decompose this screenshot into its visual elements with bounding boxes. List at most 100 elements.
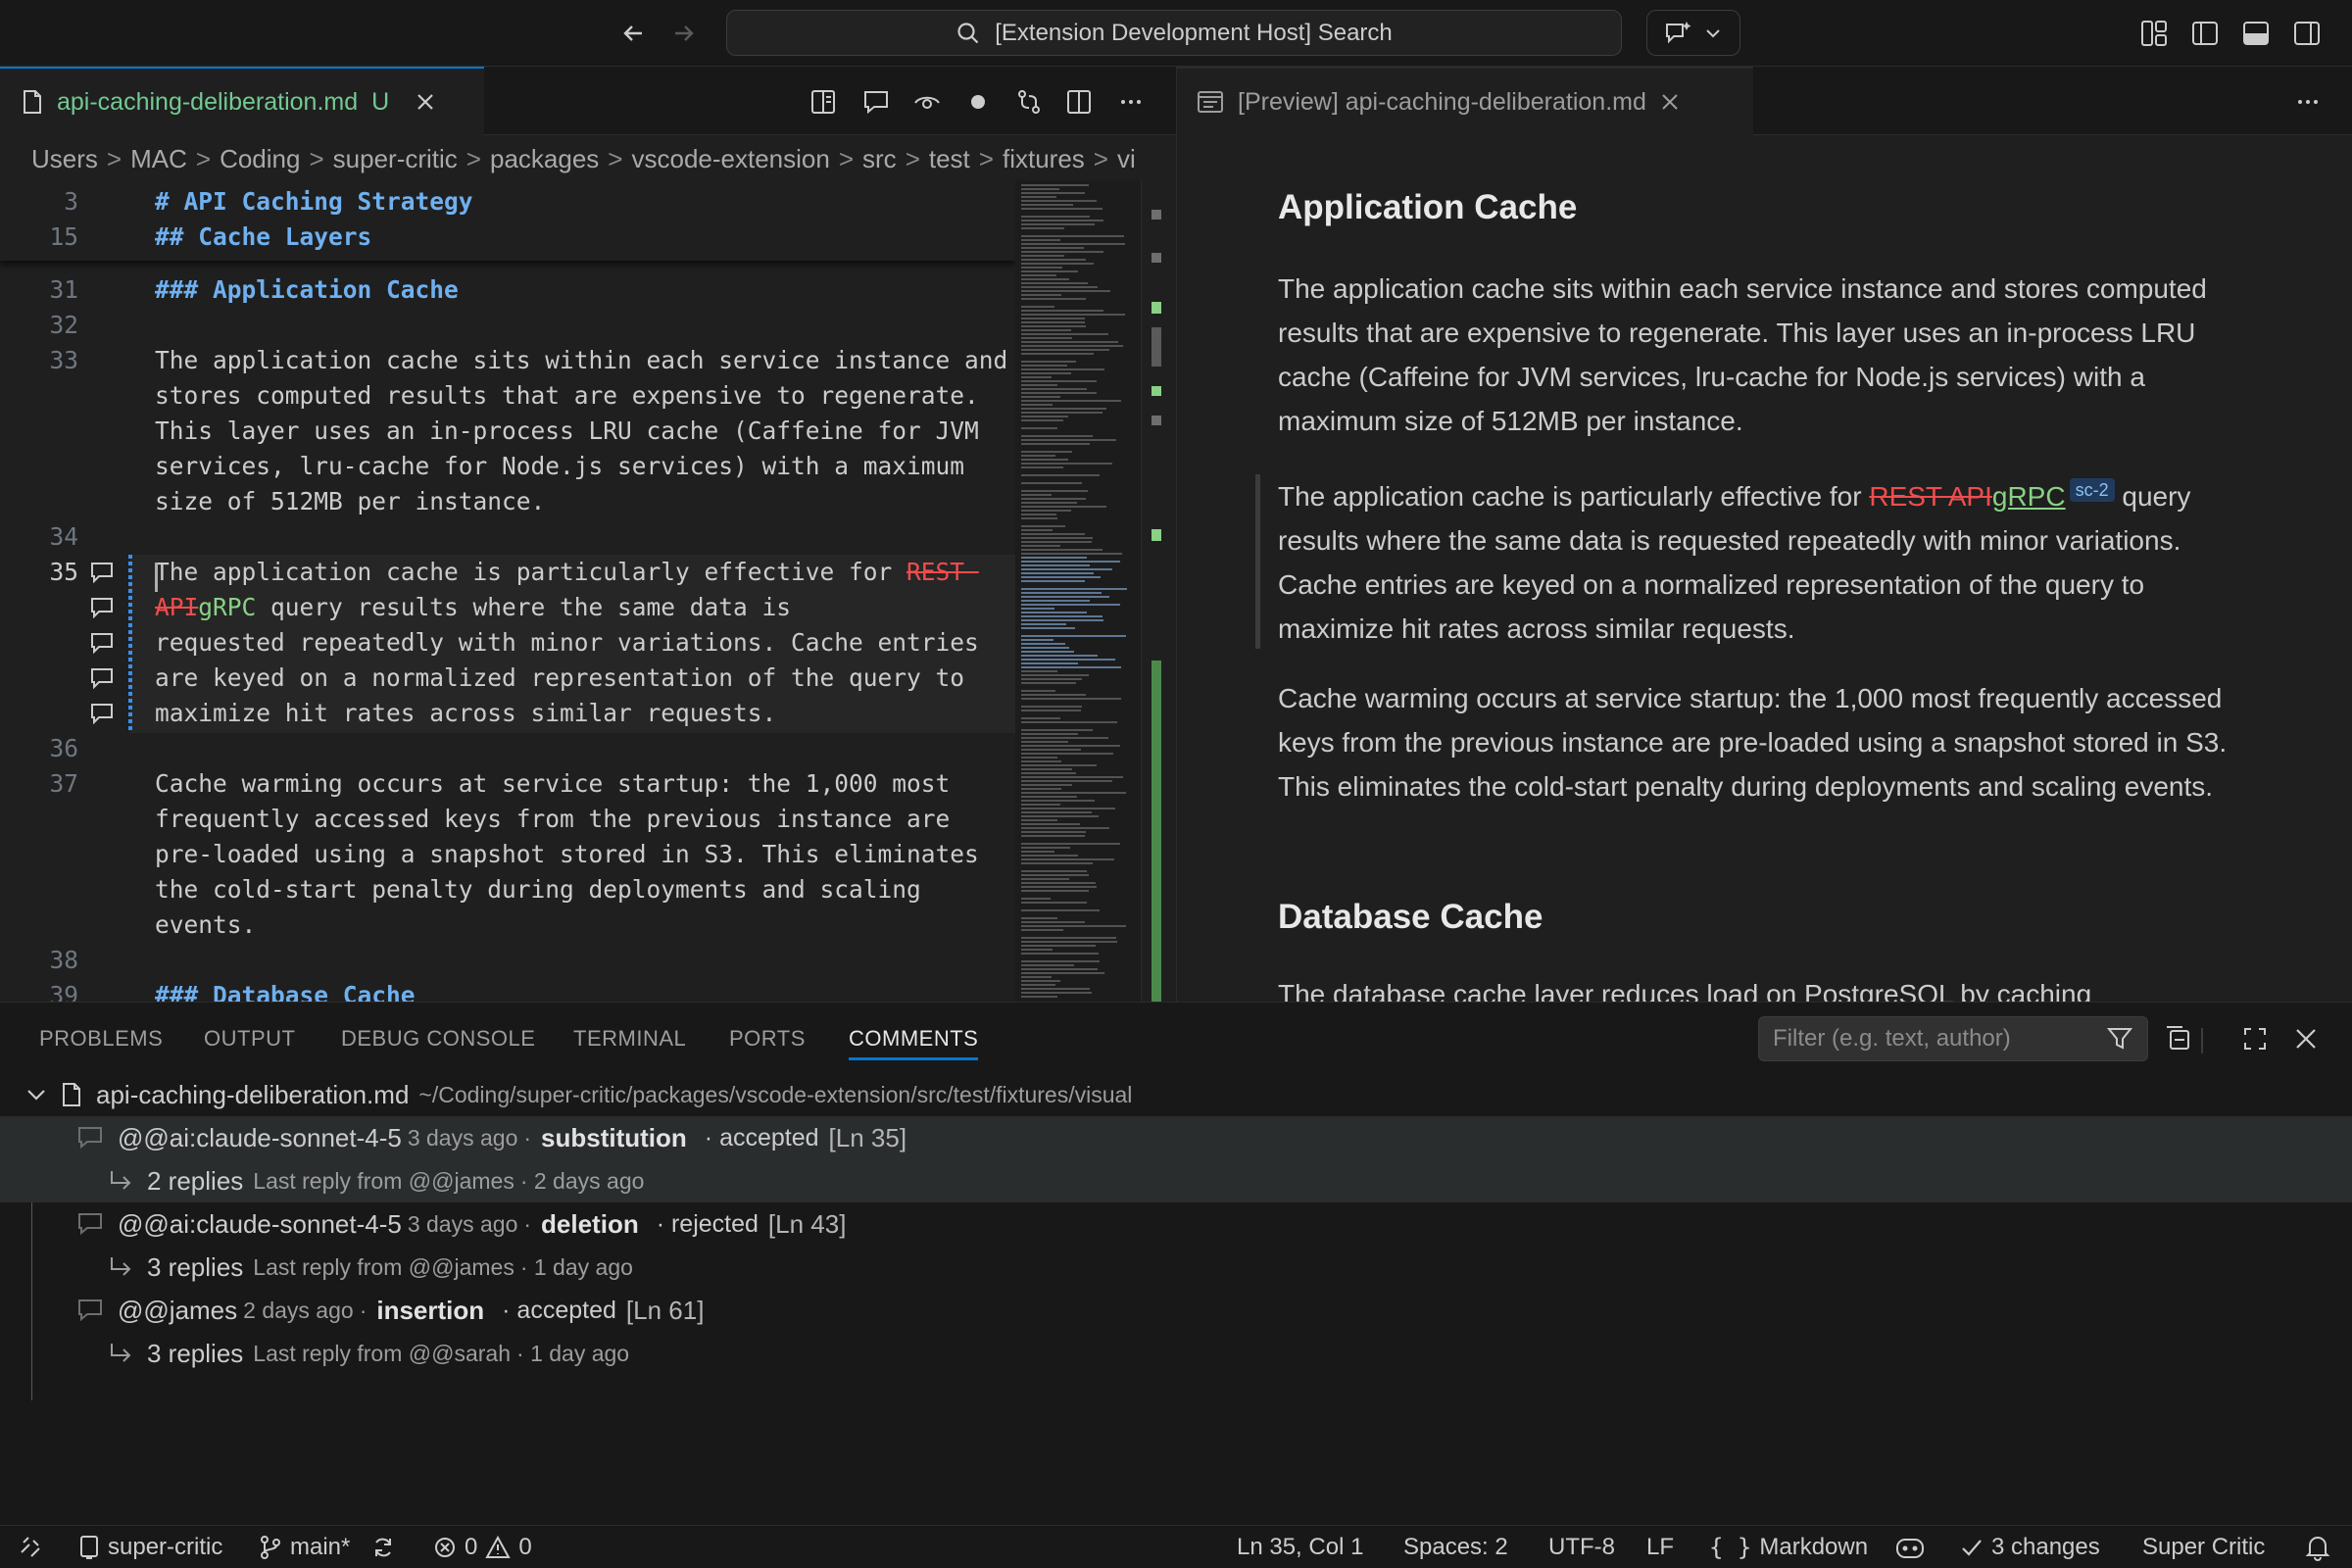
breadcrumb-item[interactable]: Users xyxy=(31,144,98,174)
indentation[interactable]: Spaces: 2 xyxy=(1403,1526,1508,1568)
tab-problems[interactable]: PROBLEMS xyxy=(39,1026,163,1052)
breadcrumb-item[interactable]: Coding xyxy=(220,144,300,174)
breadcrumb-item[interactable]: vscode-extension xyxy=(631,144,829,174)
comment-line-ref[interactable]: [Ln 43] xyxy=(768,1209,847,1240)
comment-replies[interactable]: 3 replies Last reply from @@james · 1 day … xyxy=(0,1246,2352,1289)
tracked-changes-indicator[interactable]: 3 changes xyxy=(1960,1526,2100,1568)
tab-ports[interactable]: PORTS xyxy=(729,1026,806,1052)
tracked-deletion[interactable]: API xyxy=(155,593,198,621)
breadcrumb-item[interactable]: MAC xyxy=(130,144,187,174)
editor-line[interactable]: 32 xyxy=(0,308,1015,343)
comment-gutter-icon[interactable] xyxy=(88,559,116,586)
preview-insertion[interactable]: gRPC xyxy=(1992,481,2066,512)
tab-comments[interactable]: COMMENTS xyxy=(849,1026,978,1052)
tab-preview[interactable]: [Preview] api-caching-deliberation.md xyxy=(1177,67,1753,135)
copilot-chat-button[interactable] xyxy=(1646,10,1740,56)
editor-line[interactable]: 35 The application cache is particularly … xyxy=(0,555,1015,727)
tab-api-caching-deliberation[interactable]: api-caching-deliberation.md U xyxy=(0,67,484,135)
minimap-line xyxy=(1021,455,1055,457)
comment-gutter-icon[interactable] xyxy=(88,664,116,692)
line-number: 31 xyxy=(49,275,78,304)
encoding[interactable]: UTF-8 xyxy=(1548,1526,1615,1568)
collapse-all-button[interactable] xyxy=(2162,1022,2195,1055)
comment-line-ref[interactable]: [Ln 35] xyxy=(829,1123,907,1153)
cursor-position[interactable]: Ln 35, Col 1 xyxy=(1237,1526,1363,1568)
language-mode[interactable]: { } Markdown xyxy=(1709,1526,1868,1568)
filter-icon[interactable] xyxy=(2106,1025,2133,1053)
go-back-button[interactable] xyxy=(613,14,653,53)
toggle-secondary-sidebar-button[interactable] xyxy=(2289,16,2325,51)
minimap-line xyxy=(1021,263,1094,265)
comment-line-ref[interactable]: [Ln 61] xyxy=(626,1296,705,1326)
overview-ruler[interactable] xyxy=(1141,180,1176,1002)
copilot-status[interactable] xyxy=(1893,1526,1927,1568)
toggle-primary-sidebar-button[interactable] xyxy=(2187,16,2223,51)
breadcrumb-item[interactable]: fixtures xyxy=(1003,144,1085,174)
chevron-down-icon[interactable] xyxy=(16,1084,57,1105)
comment-replies[interactable]: 3 replies Last reply from @@sarah · 1 day … xyxy=(0,1332,2352,1375)
preview-more-actions-button[interactable] xyxy=(2290,84,2326,120)
tab-debug-console[interactable]: DEBUG CONSOLE xyxy=(341,1026,535,1052)
comment-gutter-icon[interactable] xyxy=(88,594,116,621)
editor-line[interactable]: 31 ### Application Cache xyxy=(0,272,1015,308)
editor-line[interactable]: 39 ### Database Cache xyxy=(0,978,1015,1002)
split-editor-button[interactable] xyxy=(1061,84,1097,120)
comment-gutter-icon[interactable] xyxy=(88,629,116,657)
tracked-insertion[interactable]: gRPC xyxy=(198,593,256,621)
code-text: The application cache is particularly ef… xyxy=(155,555,979,590)
comments-filter[interactable] xyxy=(1758,1016,2148,1061)
comment-thread[interactable]: @@ai:claude-sonnet-4-5 3 days ago · substit… xyxy=(0,1116,2352,1159)
close-panel-button[interactable] xyxy=(2289,1022,2323,1055)
toggle-panel-button[interactable] xyxy=(2238,16,2274,51)
source-control-button[interactable] xyxy=(1011,84,1047,120)
problems-indicator[interactable]: 0 0 xyxy=(433,1526,532,1568)
comment-icon xyxy=(76,1124,104,1152)
end-of-line[interactable]: LF xyxy=(1646,1526,1674,1568)
breadcrumb-item[interactable]: src xyxy=(862,144,897,174)
breadcrumb-item[interactable]: super-critic xyxy=(333,144,458,174)
breadcrumb-item[interactable]: test xyxy=(929,144,970,174)
maximize-panel-button[interactable] xyxy=(2238,1022,2272,1055)
tab-output[interactable]: OUTPUT xyxy=(204,1026,295,1052)
comment-file-row[interactable]: api-caching-deliberation.md ~/Coding/sup… xyxy=(0,1073,2352,1116)
more-actions-button[interactable] xyxy=(1113,84,1149,120)
reply-count: 2 replies xyxy=(147,1165,244,1196)
remote-indicator[interactable] xyxy=(18,1526,43,1568)
command-center-search[interactable]: [Extension Development Host] Search xyxy=(726,10,1622,56)
sync-button[interactable] xyxy=(370,1526,396,1568)
markdown-preview[interactable]: Application Cache The application cache … xyxy=(1177,135,2352,1002)
unsaved-indicator[interactable] xyxy=(960,84,996,120)
comment-thread[interactable]: @@james 2 days ago · insertion · accepted [Ln… xyxy=(0,1289,2352,1332)
customize-layout-button[interactable] xyxy=(2136,16,2172,51)
comment-thread[interactable]: @@ai:claude-sonnet-4-5 3 days ago · deletio… xyxy=(0,1202,2352,1246)
comment-replies[interactable]: 2 replies Last reply from @@james · 2 days… xyxy=(0,1159,2352,1202)
add-comment-button[interactable] xyxy=(858,84,894,120)
close-icon[interactable] xyxy=(415,91,436,113)
close-icon[interactable] xyxy=(1660,92,1680,112)
comment-gutter-icon[interactable] xyxy=(88,700,116,727)
change-id-badge[interactable]: sc-2 xyxy=(2069,478,2115,502)
tab-terminal[interactable]: TERMINAL xyxy=(573,1026,686,1052)
filter-input[interactable] xyxy=(1773,1025,2086,1053)
branch-indicator[interactable]: main* xyxy=(259,1526,350,1568)
preview-deletion[interactable]: REST API xyxy=(1869,481,1992,512)
breadcrumb-item[interactable]: packages xyxy=(490,144,599,174)
editor-line[interactable]: 38 xyxy=(0,943,1015,978)
editor-text-area[interactable]: 3031### Application Cache3233The applica… xyxy=(0,180,1176,1002)
editor-line[interactable]: 37 Cache warming occurs at service startu… xyxy=(0,766,1015,939)
extension-status[interactable]: Super Critic xyxy=(2142,1526,2265,1568)
workspace-indicator[interactable]: super-critic xyxy=(78,1526,222,1568)
notifications-button[interactable] xyxy=(2305,1526,2330,1568)
sticky-scroll[interactable]: 3 # API Caching Strategy 15 ## Cache Lay… xyxy=(0,180,1015,261)
toggle-view-button[interactable] xyxy=(909,84,945,120)
minimap[interactable] xyxy=(1015,180,1141,1002)
open-preview-side-button[interactable] xyxy=(806,84,841,120)
minimap-line xyxy=(1021,416,1068,417)
go-forward-button[interactable] xyxy=(664,14,704,53)
editor-line[interactable]: 36 xyxy=(0,731,1015,766)
scrollbar-thumb[interactable] xyxy=(1152,327,1161,367)
editor-line[interactable]: 33 The application cache sits within each… xyxy=(0,343,1015,515)
tracked-deletion[interactable]: REST xyxy=(906,558,979,586)
editor-line[interactable]: 34 xyxy=(0,519,1015,555)
breadcrumb-item[interactable]: vi xyxy=(1117,144,1136,174)
